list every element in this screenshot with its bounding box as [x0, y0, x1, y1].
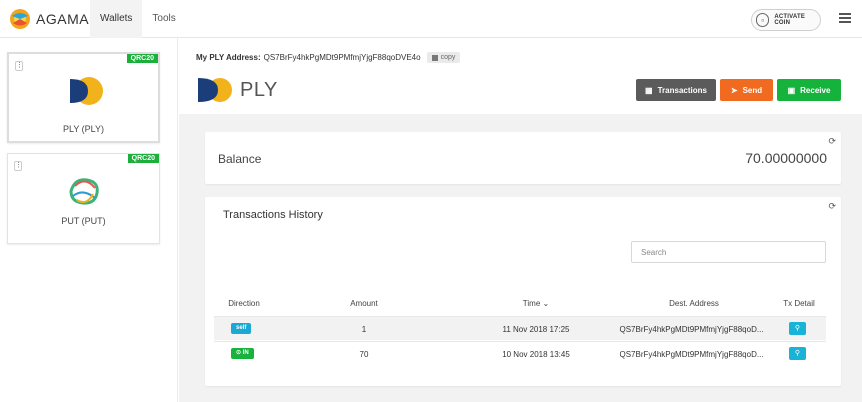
address-line: My PLY Address: QS7BrFy4hkPgMDt9PMfmjYjg… — [196, 52, 461, 63]
amount-cell: 1 — [361, 325, 367, 334]
coin-ticker: PLY — [240, 78, 278, 101]
inbox-icon: ▣ — [787, 85, 796, 95]
table-row: ⊙ IN 70 10 Nov 2018 13:45 QS7BrFy4hkPgMD… — [214, 341, 826, 365]
search-input[interactable] — [631, 241, 826, 263]
dest-address-cell: QS7BrFy4hkPgMDt9PMfmjYjgF88qoD... — [619, 350, 764, 359]
activate-coin-button[interactable]: ▫ ACTIVATE COIN — [751, 9, 821, 31]
receive-button[interactable]: ▣ Receive — [777, 79, 841, 101]
app-logo: AGAMA — [9, 8, 89, 30]
receive-label: Receive — [800, 85, 831, 95]
wallet-header: My PLY Address: QS7BrFy4hkPgMDt9PMfmjYjg… — [179, 38, 862, 114]
token-type-badge: QRC20 — [127, 154, 159, 163]
send-button[interactable]: ➤ Send — [720, 79, 773, 101]
ply-coin-icon — [198, 78, 232, 102]
column-dest-address: Dest. Address — [669, 299, 719, 308]
column-direction: Direction — [228, 299, 260, 308]
balance-value: 70.00000000 — [745, 150, 827, 166]
token-type-badge: QRC20 — [126, 54, 158, 63]
transactions-label: Transactions — [657, 85, 707, 95]
coin-sidebar: QRC20 ⋮ PLY (PLY) QRC20 ⋮ PUT (PUT) — [0, 38, 178, 402]
transactions-history-panel: ⟳ Transactions History Direction Amount … — [205, 197, 841, 386]
column-tx-detail: Tx Detail — [783, 299, 815, 308]
dest-address-cell: QS7BrFy4hkPgMDt9PMfmjYjgF88qoD... — [619, 325, 764, 334]
app-name: AGAMA — [36, 11, 90, 27]
wallet-main: My PLY Address: QS7BrFy4hkPgMDt9PMfmjYjg… — [179, 38, 862, 402]
copy-address-button[interactable]: copy — [426, 52, 461, 63]
refresh-icon[interactable]: ⟳ — [828, 136, 836, 147]
main-nav: Wallets Tools — [90, 0, 186, 38]
copy-icon — [431, 54, 438, 61]
put-coin-icon — [69, 178, 99, 205]
time-cell: 10 Nov 2018 13:45 — [502, 350, 570, 359]
send-label: Send — [742, 85, 763, 95]
address-label: My PLY Address: — [196, 53, 261, 62]
transactions-button[interactable]: ▦ Transactions — [636, 79, 716, 101]
top-bar: AGAMA Wallets Tools ▫ ACTIVATE COIN — [0, 0, 862, 38]
column-time[interactable]: Time ⌄ — [496, 299, 576, 308]
tx-detail-search-icon[interactable]: ⚲ — [789, 347, 806, 360]
coin-menu-icon[interactable]: ⋮ — [14, 161, 22, 171]
refresh-icon[interactable]: ⟳ — [828, 201, 836, 212]
list-icon: ▦ — [645, 85, 653, 95]
ply-coin-icon — [70, 77, 103, 105]
coin-tile-put[interactable]: QRC20 ⋮ PUT (PUT) — [7, 153, 160, 244]
direction-badge: self — [231, 323, 252, 334]
activate-coin-label: ACTIVATE COIN — [774, 14, 806, 26]
time-cell: 11 Nov 2018 17:25 — [502, 325, 570, 334]
copy-label: copy — [440, 54, 456, 61]
column-amount: Amount — [350, 299, 378, 308]
nav-tools[interactable]: Tools — [142, 0, 185, 38]
coin-name: PUT (PUT) — [61, 216, 106, 226]
lock-icon: ▫ — [756, 13, 770, 27]
coin-menu-icon[interactable]: ⋮ — [15, 61, 23, 71]
table-row: self 1 11 Nov 2018 17:25 QS7BrFy4hkPgMDt… — [214, 316, 826, 340]
amount-cell: 70 — [359, 350, 369, 359]
coin-name: PLY (PLY) — [62, 124, 105, 134]
send-icon: ➤ — [730, 85, 738, 95]
history-title: Transactions History — [223, 209, 323, 221]
wallet-address: QS7BrFy4hkPgMDt9PMfmjYjgF88qoDVE4o — [263, 53, 421, 62]
tx-detail-search-icon[interactable]: ⚲ — [789, 322, 806, 335]
balance-panel: ⟳ Balance 70.00000000 — [205, 132, 841, 184]
agama-logo-icon — [10, 9, 30, 29]
coin-heading: PLY — [196, 77, 278, 103]
hamburger-menu-icon[interactable] — [839, 13, 851, 23]
direction-badge: ⊙ IN — [231, 348, 254, 359]
balance-label: Balance — [218, 152, 262, 166]
nav-wallets[interactable]: Wallets — [90, 0, 143, 38]
coin-tile-ply[interactable]: QRC20 ⋮ PLY (PLY) — [7, 52, 160, 143]
table-header: Direction Amount Time ⌄ Dest. Address Tx… — [214, 299, 826, 313]
